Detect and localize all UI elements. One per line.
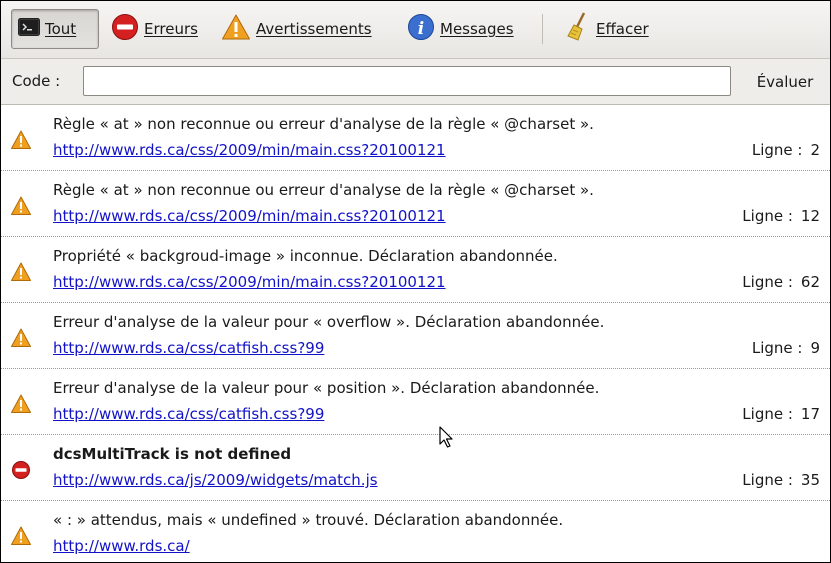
filter-errors-label: Erreurs [144, 20, 198, 38]
list-item[interactable]: Règle « at » non reconnue ou erreur d'an… [1, 105, 830, 171]
line-value: 9 [810, 339, 820, 357]
source-link[interactable]: http://www.rds.ca/css/2009/min/main.css?… [53, 273, 446, 291]
clear-button[interactable]: Effacer [559, 9, 659, 49]
warning-icon [11, 196, 31, 215]
list-item[interactable]: Règle « at » non reconnue ou erreur d'an… [1, 171, 830, 237]
source-link[interactable]: http://www.rds.ca/css/2009/min/main.css?… [53, 207, 446, 225]
message-text: Règle « at » non reconnue ou erreur d'an… [53, 115, 594, 133]
list-item[interactable]: Erreur d'analyse de la valeur pour « pos… [1, 369, 830, 435]
line-number: Ligne : 9 [752, 339, 820, 357]
filter-all-label: Tout [45, 20, 77, 38]
warning-icon [11, 328, 31, 347]
code-input[interactable] [83, 66, 731, 96]
list-item[interactable]: Propriété « backgroud-image » inconnue. … [1, 237, 830, 303]
source-link[interactable]: http://www.rds.ca/css/catfish.css?99 [53, 339, 324, 357]
line-label: Ligne : [742, 273, 793, 291]
message-text: Erreur d'analyse de la valeur pour « pos… [53, 379, 600, 397]
toolbar: Tout Erreurs Avertissements i Messages E… [1, 1, 830, 59]
warning-icon [11, 130, 31, 149]
message-text: Propriété « backgroud-image » inconnue. … [53, 247, 558, 265]
message-text: Règle « at » non reconnue ou erreur d'an… [53, 181, 594, 199]
toolbar-separator [542, 14, 543, 44]
filter-all-button[interactable]: Tout [11, 9, 99, 49]
list-item[interactable]: dcsMultiTrack is not defined http://www.… [1, 435, 830, 501]
source-link[interactable]: http://www.rds.ca/ [53, 537, 190, 555]
filter-messages-button[interactable]: i Messages [401, 9, 529, 49]
error-console-window: Tout Erreurs Avertissements i Messages E… [0, 0, 831, 563]
line-number [812, 537, 820, 555]
message-list: Règle « at » non reconnue ou erreur d'an… [1, 105, 830, 562]
line-number: Ligne : 17 [742, 405, 820, 423]
source-link[interactable]: http://www.rds.ca/css/catfish.css?99 [53, 405, 324, 423]
line-label: Ligne : [742, 405, 793, 423]
line-label: Ligne : [742, 207, 793, 225]
evaluate-button[interactable]: Évaluer [743, 67, 827, 97]
error-icon [111, 13, 139, 45]
list-item[interactable]: Erreur d'analyse de la valeur pour « ove… [1, 303, 830, 369]
clear-label: Effacer [596, 20, 649, 38]
line-value: 35 [800, 471, 820, 489]
terminal-icon [18, 17, 40, 41]
message-text: « : » attendus, mais « undefined » trouv… [53, 511, 564, 529]
list-item[interactable]: « : » attendus, mais « undefined » trouv… [1, 501, 830, 562]
line-number: Ligne : 62 [742, 273, 820, 291]
broom-icon [565, 12, 591, 46]
filter-messages-label: Messages [440, 20, 514, 38]
line-number: Ligne : 12 [742, 207, 820, 225]
source-link[interactable]: http://www.rds.ca/css/2009/min/main.css?… [53, 141, 446, 159]
line-value: 2 [810, 141, 820, 159]
warning-icon [11, 262, 31, 281]
line-value: 62 [800, 273, 820, 291]
line-number: Ligne : 35 [742, 471, 820, 489]
error-icon [12, 461, 30, 479]
warning-icon [221, 13, 251, 45]
info-icon: i [407, 13, 435, 45]
warning-icon [11, 394, 31, 413]
svg-text:i: i [418, 19, 424, 39]
warning-icon [11, 526, 31, 545]
message-text: Erreur d'analyse de la valeur pour « ove… [53, 313, 605, 331]
line-value: 12 [800, 207, 820, 225]
line-label: Ligne : [751, 339, 803, 357]
line-value: 17 [800, 405, 820, 423]
source-link[interactable]: http://www.rds.ca/js/2009/widgets/match.… [53, 471, 378, 489]
message-text: dcsMultiTrack is not defined [53, 445, 292, 463]
filter-warnings-button[interactable]: Avertissements [215, 9, 393, 49]
code-label: Code : [12, 72, 61, 90]
line-label: Ligne : [751, 141, 803, 159]
line-label: Ligne : [742, 471, 793, 489]
evaluate-label: Évaluer [756, 73, 814, 91]
line-number: Ligne : 2 [752, 141, 820, 159]
code-bar: Code : Évaluer [1, 59, 830, 105]
mouse-pointer-icon [439, 426, 453, 448]
filter-errors-button[interactable]: Erreurs [105, 9, 213, 49]
filter-warnings-label: Avertissements [256, 20, 372, 38]
